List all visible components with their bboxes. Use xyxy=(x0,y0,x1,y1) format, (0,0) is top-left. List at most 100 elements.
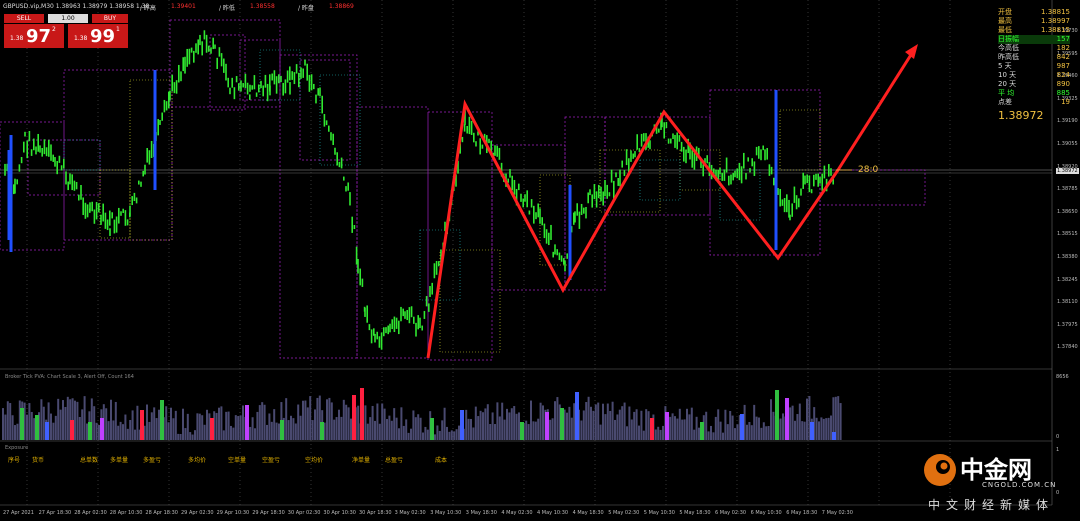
volume-bar xyxy=(292,418,295,440)
sell-button[interactable]: SELL xyxy=(4,14,44,23)
volume-bar xyxy=(573,403,576,440)
volume-bar xyxy=(266,424,268,440)
volume-bar xyxy=(714,416,717,440)
volume-bar xyxy=(717,409,720,440)
time-tick: 28 Apr 02:30 xyxy=(74,510,107,516)
current-price-large: 1.38972 xyxy=(998,109,1044,122)
volume-bar xyxy=(503,419,506,440)
stat-label: 开盘 xyxy=(998,8,1012,16)
volume-bar xyxy=(604,414,607,440)
volume-bar xyxy=(827,417,830,440)
watermark-site: CNGOLD.COM.CN xyxy=(982,481,1057,489)
volume-bar xyxy=(328,397,331,440)
volume-bar xyxy=(350,418,352,440)
volume-bar xyxy=(470,418,472,440)
buy-button[interactable]: BUY xyxy=(92,14,128,23)
volume-bar xyxy=(148,421,151,440)
volume-bar xyxy=(707,431,710,440)
volume-bar xyxy=(414,417,417,440)
volume-bar xyxy=(501,402,504,440)
volume-bar xyxy=(340,416,343,440)
volume-bar xyxy=(820,417,823,440)
volume-bar xyxy=(839,403,842,440)
top-stat-2: / 昨低 xyxy=(219,5,235,12)
time-tick: 30 Apr 02:30 xyxy=(287,510,321,516)
price-chart[interactable]: 28:0 xyxy=(0,0,1080,521)
volume-bar xyxy=(767,426,770,440)
volume-bar xyxy=(215,412,218,440)
volume-bar xyxy=(602,403,604,440)
volume-bar xyxy=(515,413,518,440)
stat-value: 987 xyxy=(1056,62,1070,70)
volume-bar xyxy=(117,425,120,440)
volume-bar xyxy=(422,432,424,440)
time-tick: 30 Apr 10:30 xyxy=(323,510,356,516)
volume-bar xyxy=(616,414,619,440)
stat-label: 点差 xyxy=(998,98,1012,106)
volume-spike xyxy=(575,392,579,440)
volume-bar xyxy=(402,425,405,440)
volume-bar xyxy=(114,401,117,440)
volume-bar xyxy=(647,411,650,440)
time-tick: 4 May 02:30 xyxy=(501,510,533,516)
price-tick: 1.38245 xyxy=(1057,276,1078,283)
volume-bar xyxy=(93,406,96,440)
volume-bar xyxy=(167,422,170,440)
volume-bar xyxy=(256,411,259,440)
volume-bar xyxy=(803,421,806,440)
stat-row: 开盘 1.38815 xyxy=(998,8,1070,17)
volume-bar xyxy=(582,410,585,440)
volume-bar xyxy=(390,420,393,440)
volume-bar xyxy=(731,415,734,440)
indicator-axis-top: 8656 xyxy=(1056,374,1069,380)
volume-bar xyxy=(621,406,624,440)
volume-bar xyxy=(482,412,484,440)
volume-bar xyxy=(16,423,19,440)
volume-bar xyxy=(258,405,261,440)
volume-bar xyxy=(40,399,43,440)
volume-bar xyxy=(729,410,732,440)
volume-bar xyxy=(6,401,9,440)
volume-bar xyxy=(830,415,832,440)
volume-bar xyxy=(196,413,199,440)
volume-bar xyxy=(251,417,254,440)
volume-bar xyxy=(326,399,328,440)
sell-price-prefix: 1.38 xyxy=(10,35,24,42)
volume-bar xyxy=(419,417,422,440)
volume-bar xyxy=(270,421,273,440)
volume-bar xyxy=(54,415,57,440)
volume-bar xyxy=(448,431,451,440)
volume-bar xyxy=(237,416,240,440)
range-box-yellow xyxy=(779,109,821,171)
volume-bar xyxy=(657,426,660,440)
buy-price-box[interactable]: 1.38 99 1 xyxy=(68,24,128,48)
volume-bar xyxy=(750,425,753,440)
volume-bar xyxy=(364,405,367,440)
chart-window[interactable]: 28:0 GBPUSD.vip,M30 1.38963 1.38979 1.38… xyxy=(0,0,1080,521)
buy-price-big: 99 xyxy=(90,26,116,47)
volume-bar xyxy=(189,432,192,440)
volume-bar xyxy=(273,409,276,440)
price-tick: 1.38515 xyxy=(1057,231,1078,238)
volume-bar xyxy=(695,416,698,440)
lot-size-input[interactable]: 1.00 xyxy=(48,14,88,23)
volume-bar xyxy=(333,419,336,440)
volume-bar xyxy=(174,410,177,440)
volume-bar xyxy=(218,407,220,440)
time-tick: 29 Apr 18:30 xyxy=(252,510,285,516)
time-tick: 6 May 10:30 xyxy=(750,510,782,516)
volume-bar xyxy=(686,408,688,440)
volume-bar xyxy=(234,415,237,440)
watermark-brand: 中金网 xyxy=(960,456,1032,484)
daily-stats-panel: 开盘 1.38815 最高 1.38997 最低 1.38815 日振幅 157 今高低 182 昨… xyxy=(998,8,1070,122)
sell-price-box[interactable]: 1.38 97 2 xyxy=(4,24,64,48)
volume-bar xyxy=(158,409,160,440)
volume-bar xyxy=(134,429,136,440)
volume-bar xyxy=(818,421,820,440)
volume-bar xyxy=(62,400,64,440)
volume-bar xyxy=(110,399,112,440)
volume-bar xyxy=(410,428,412,440)
volume-bar xyxy=(477,416,480,440)
volume-bar xyxy=(347,407,350,440)
volume-bar xyxy=(609,410,612,440)
